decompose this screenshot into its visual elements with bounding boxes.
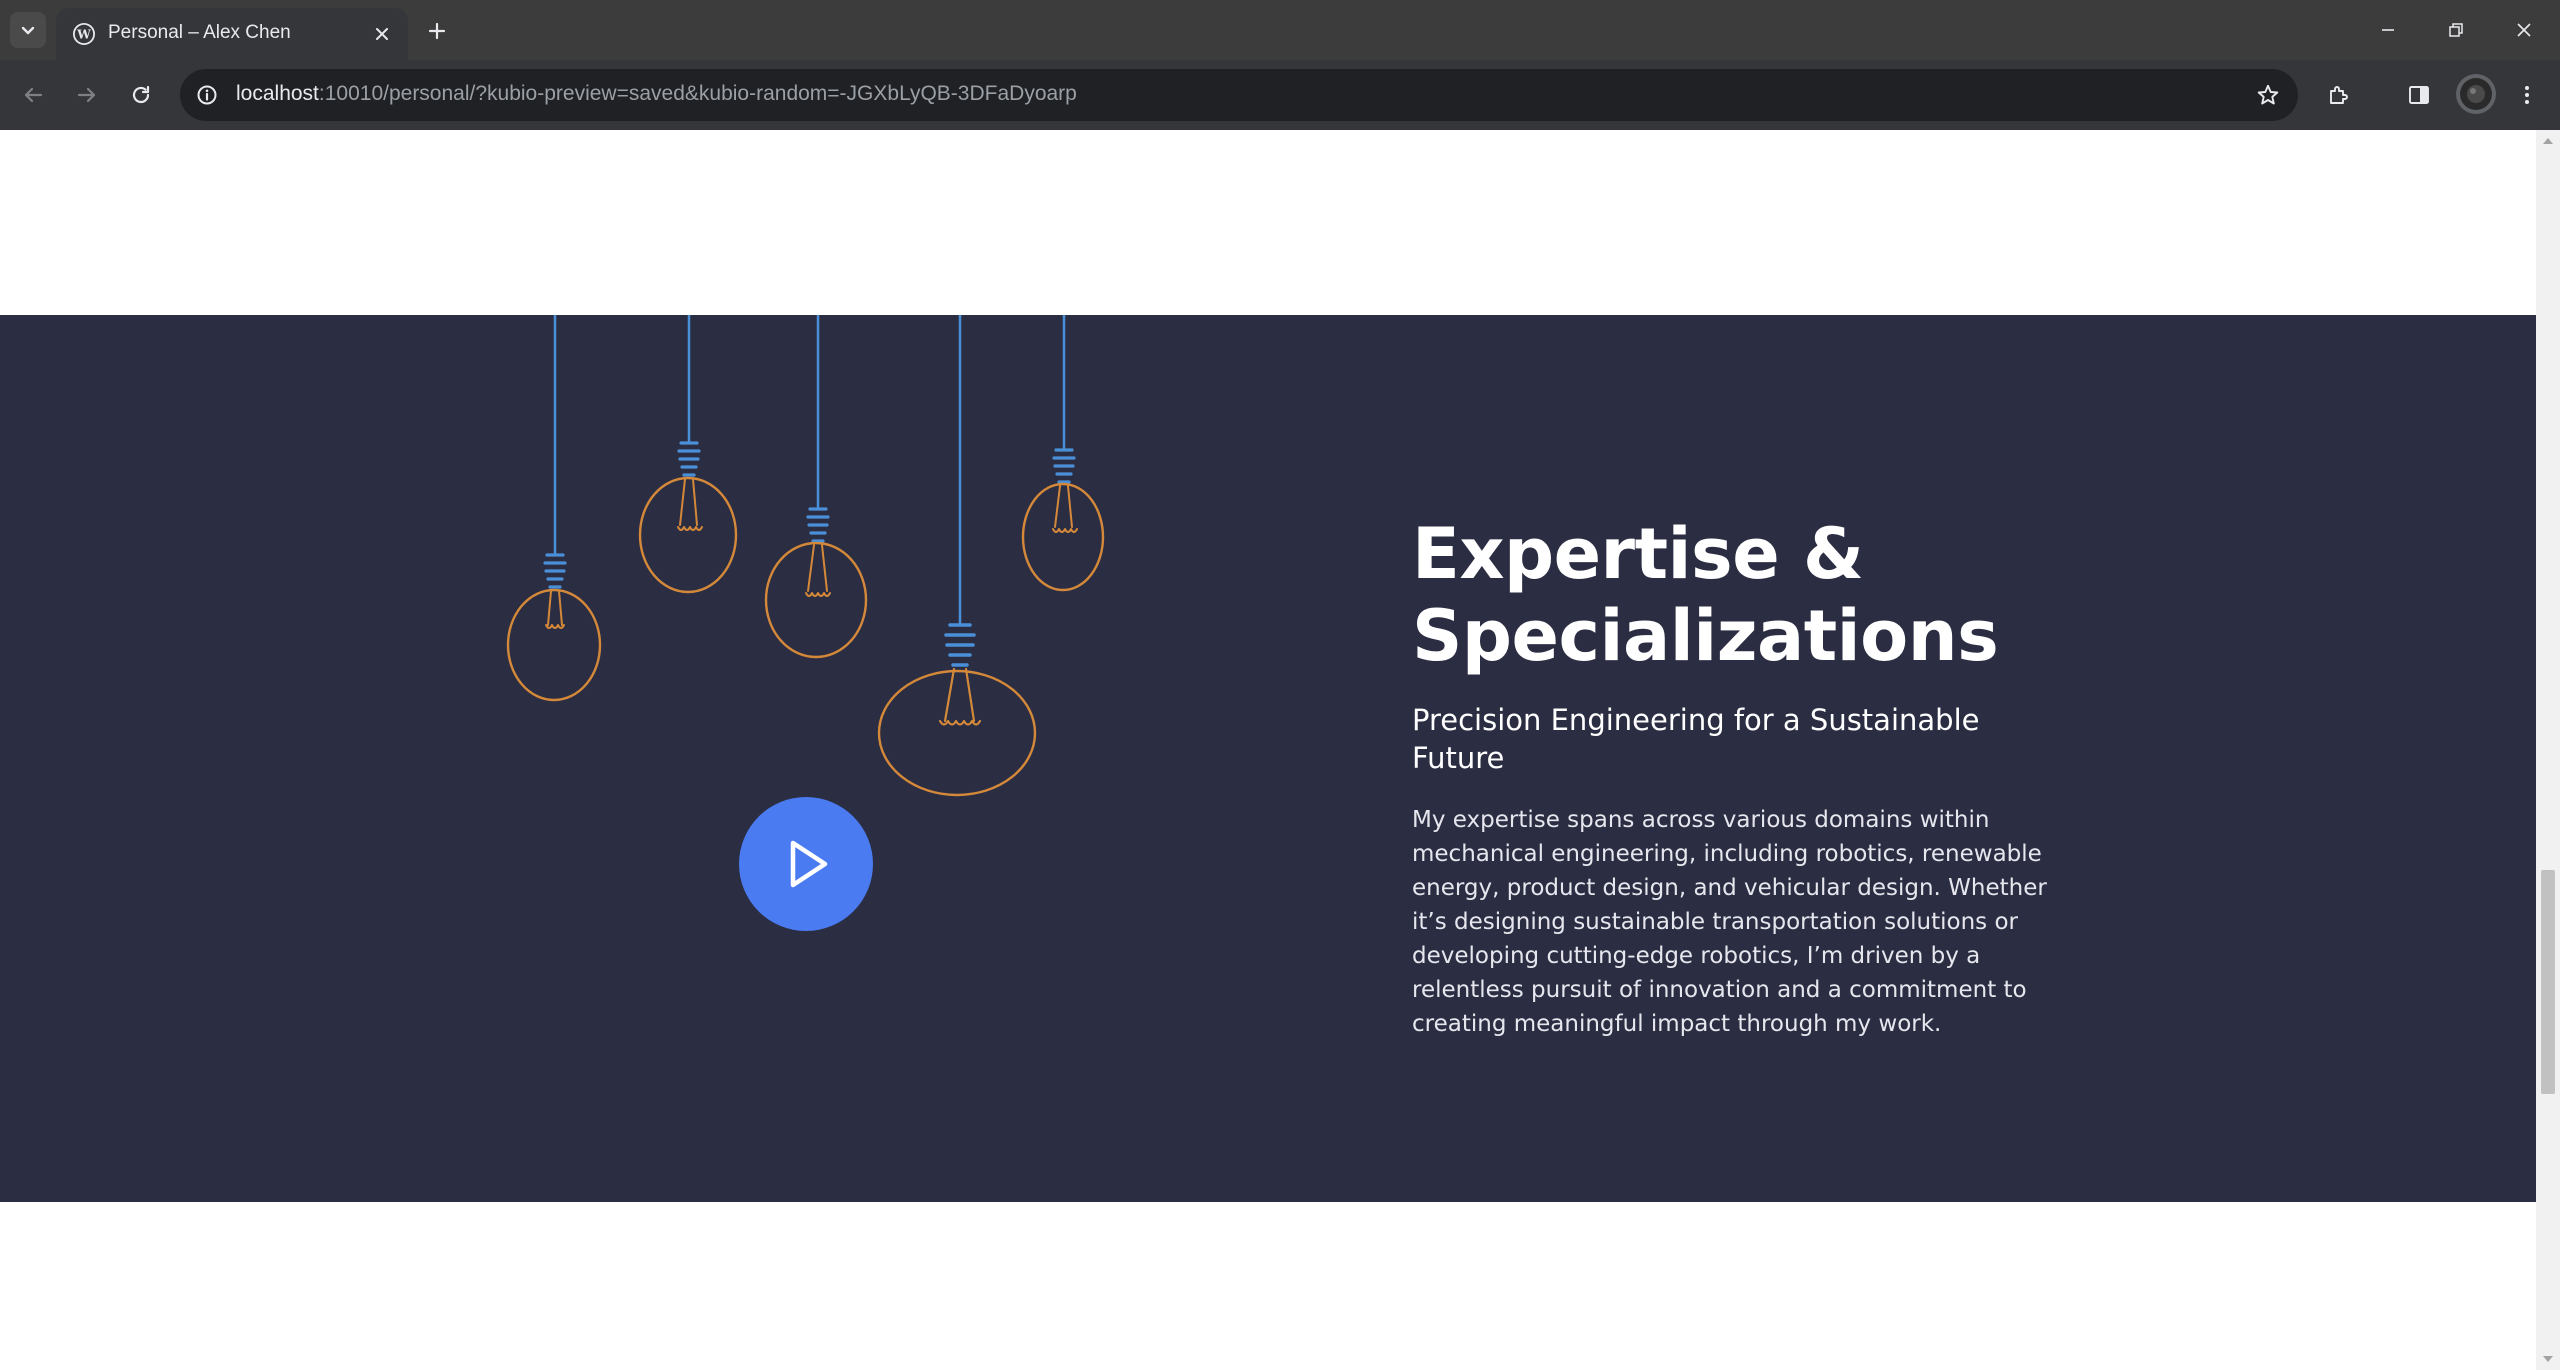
close-icon xyxy=(376,28,388,40)
scroll-down-arrow-icon[interactable] xyxy=(2542,1354,2554,1364)
play-icon xyxy=(790,840,828,888)
wordpress-icon: W xyxy=(73,23,95,45)
restore-button[interactable] xyxy=(2422,0,2490,60)
lightbulb-illustration-2 xyxy=(638,315,738,594)
tab-strip: W Personal – Alex Chen xyxy=(0,0,2560,60)
plus-icon xyxy=(428,22,446,40)
info-icon[interactable] xyxy=(194,82,220,108)
extensions-icon xyxy=(2330,86,2348,104)
restore-icon xyxy=(2449,23,2463,37)
profile-avatar[interactable] xyxy=(2456,74,2496,114)
close-window-icon xyxy=(2517,23,2531,37)
heading-line-2: Specializations xyxy=(1412,595,1999,677)
forward-button[interactable] xyxy=(66,74,108,116)
minimize-button[interactable] xyxy=(2354,0,2422,60)
star-icon xyxy=(2257,84,2279,105)
page-viewport: Expertise & Specializations Precision En… xyxy=(0,130,2536,1370)
page-scrollbar[interactable] xyxy=(2536,130,2560,1370)
minimize-icon xyxy=(2382,29,2394,31)
tab-close-button[interactable] xyxy=(370,22,394,46)
bookmark-button[interactable] xyxy=(2254,81,2282,109)
tab-title: Personal – Alex Chen xyxy=(108,22,291,43)
section-subheading: Precision Engineering for a Sustainable … xyxy=(1412,703,1980,775)
extensions-button[interactable] xyxy=(2318,74,2360,116)
lightbulb-illustration-5 xyxy=(1021,315,1105,592)
scrollbar-thumb[interactable] xyxy=(2541,870,2555,1094)
expertise-section: Expertise & Specializations Precision En… xyxy=(0,315,2536,1202)
side-panel-icon xyxy=(2409,86,2429,104)
tab-search-button[interactable] xyxy=(10,12,46,48)
tab-personal[interactable]: W Personal – Alex Chen xyxy=(56,8,408,60)
menu-button[interactable] xyxy=(2506,74,2548,116)
heading-line-1: Expertise & xyxy=(1412,513,1864,595)
expertise-content: Expertise & Specializations Precision En… xyxy=(1412,513,2072,1041)
forward-arrow-icon xyxy=(77,87,96,103)
url-host: localhost xyxy=(236,82,319,105)
lightbulb-illustration-3 xyxy=(764,315,868,659)
svg-text:W: W xyxy=(76,28,91,42)
section-heading: Expertise & Specializations xyxy=(1412,513,2072,677)
url-path: :10010/personal/?kubio-preview=saved&kub… xyxy=(318,82,1077,105)
back-button[interactable] xyxy=(12,74,54,116)
section-body-text: My expertise spans across various domain… xyxy=(1412,807,2047,1037)
lightbulb-illustration-4 xyxy=(877,315,1037,797)
new-tab-button[interactable] xyxy=(420,14,454,48)
close-window-button[interactable] xyxy=(2490,0,2558,60)
chevron-down-icon xyxy=(21,26,35,35)
hanging-lightbulbs-illustration xyxy=(506,315,1105,797)
side-panel-button[interactable] xyxy=(2398,74,2440,116)
reload-icon xyxy=(132,85,150,104)
address-bar[interactable]: localhost:10010/personal/?kubio-preview=… xyxy=(180,69,2298,121)
browser-toolbar: localhost:10010/personal/?kubio-preview=… xyxy=(0,60,2560,130)
scroll-up-arrow-icon[interactable] xyxy=(2542,136,2554,146)
menu-dots-icon xyxy=(2525,86,2529,104)
play-video-button[interactable] xyxy=(739,797,873,931)
url-text[interactable]: localhost:10010/personal/?kubio-preview=… xyxy=(236,82,1077,106)
reload-button[interactable] xyxy=(120,74,162,116)
back-arrow-icon xyxy=(24,87,43,103)
lightbulb-illustration-1 xyxy=(506,315,602,702)
